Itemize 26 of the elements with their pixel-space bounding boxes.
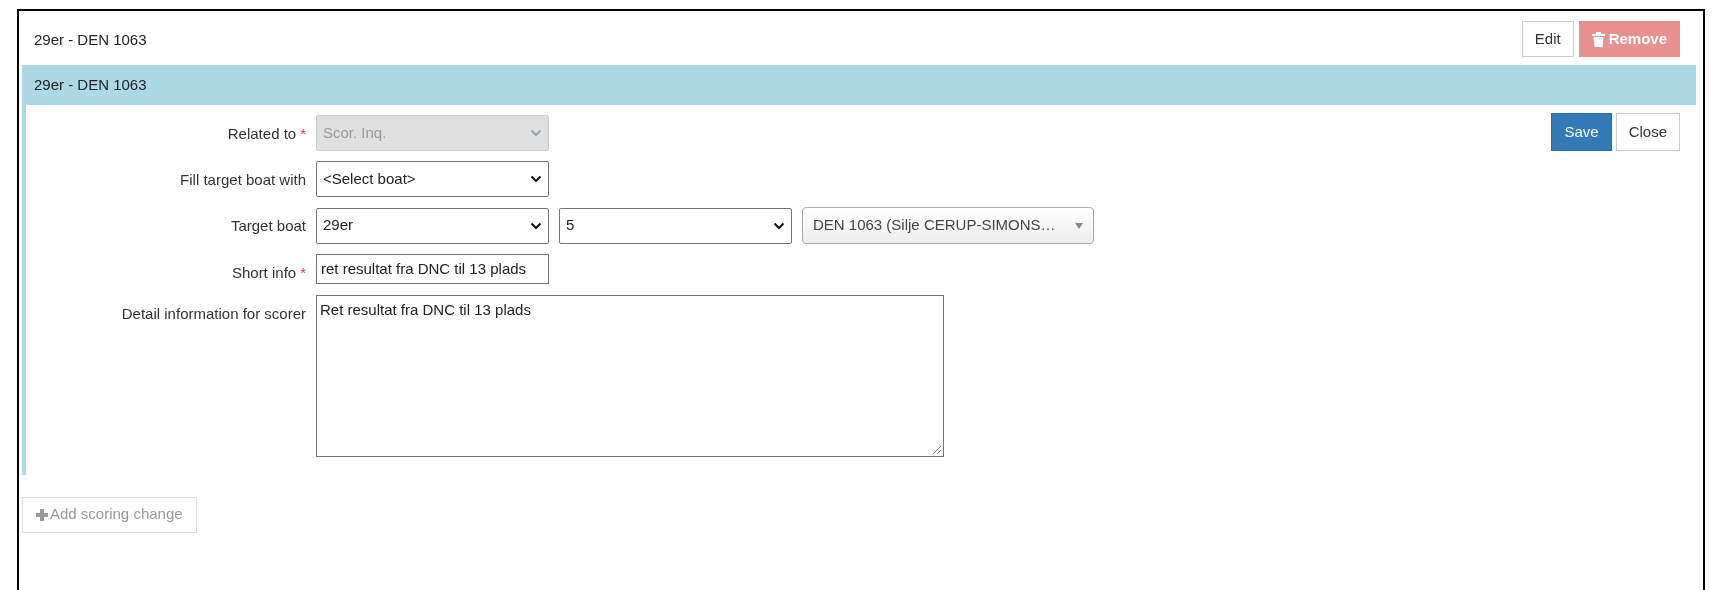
- item-title: 29er - DEN 1063: [33, 30, 147, 50]
- chevron-down-icon: [773, 221, 785, 230]
- textarea-field[interactable]: Ret resultat fra DNC til 13 plads: [316, 294, 944, 457]
- field-label: Target boat: [230, 216, 306, 236]
- required-mark: *: [300, 263, 306, 283]
- field-label: Detail information for scorer: [121, 303, 306, 324]
- resize-handle-icon: [932, 444, 942, 455]
- combobox-field[interactable]: DEN 1063 (Silje CERUP-SIMONS…: [802, 207, 1094, 244]
- plus-icon: [36, 508, 48, 521]
- caret-down-icon: [1075, 222, 1083, 229]
- select-field[interactable]: 5: [559, 207, 792, 244]
- save-button[interactable]: Save: [1551, 113, 1612, 151]
- chevron-down-icon: [530, 221, 542, 230]
- panel-title: 29er - DEN 1063: [34, 74, 147, 95]
- field-label: Fill target boat with: [180, 170, 306, 190]
- field-label: Short info: [231, 263, 297, 283]
- select-field[interactable]: <Select boat>: [316, 161, 549, 197]
- select-field[interactable]: 29er: [316, 207, 549, 244]
- action-button[interactable]: Close: [1615, 113, 1680, 151]
- chevron-down-icon: [530, 175, 542, 183]
- input-field[interactable]: ret resultat fra DNC til 13 plads: [316, 254, 549, 284]
- trash-icon: [1591, 31, 1605, 47]
- required-mark: *: [300, 124, 306, 144]
- action-button[interactable]: Edit: [1521, 21, 1574, 57]
- chevron-down-icon: [530, 129, 542, 137]
- field-label: Related to: [227, 124, 297, 144]
